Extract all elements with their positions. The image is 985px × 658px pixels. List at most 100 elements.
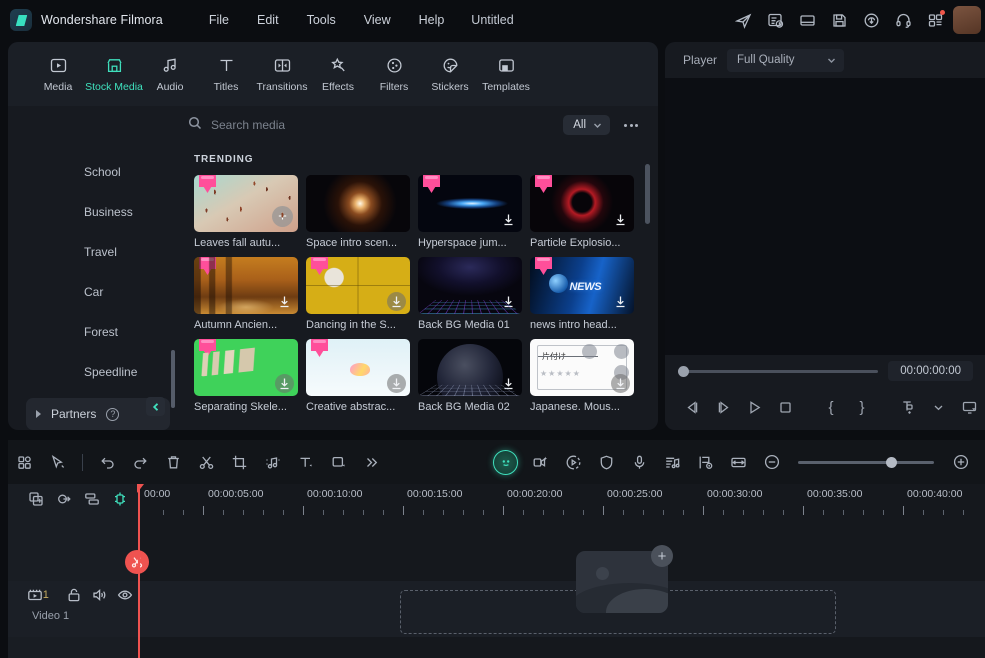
tab-filters[interactable]: Filters: [366, 52, 422, 97]
mark-in-icon[interactable]: {: [816, 392, 847, 422]
tab-transitions[interactable]: Transitions: [254, 52, 310, 97]
help-icon[interactable]: ?: [106, 407, 120, 421]
media-card[interactable]: Creative abstrac...: [306, 339, 410, 413]
share-icon[interactable]: [727, 4, 759, 36]
sidebar-item-travel[interactable]: Travel: [18, 232, 170, 272]
mute-icon[interactable]: [87, 582, 113, 608]
add-to-timeline-icon[interactable]: +: [272, 206, 293, 227]
more-chevrons-icon[interactable]: [355, 447, 388, 477]
media-card[interactable]: Autumn Ancien...: [194, 257, 298, 331]
audio-detach-icon[interactable]: [256, 447, 289, 477]
audio-mixer-icon[interactable]: [656, 447, 689, 477]
media-scrollbar[interactable]: [645, 164, 650, 224]
media-card[interactable]: Hyperspace jum...: [418, 175, 522, 249]
sidebar-item-car[interactable]: Car: [18, 272, 170, 312]
media-thumbnail[interactable]: +: [194, 175, 298, 232]
display-icon[interactable]: [954, 392, 985, 422]
media-thumbnail[interactable]: [418, 339, 522, 396]
playhead[interactable]: [138, 484, 140, 658]
add-track-icon[interactable]: [22, 486, 50, 512]
media-thumbnail[interactable]: [194, 339, 298, 396]
sidebar-scrollbar[interactable]: [171, 350, 175, 408]
media-thumbnail[interactable]: [306, 175, 410, 232]
tab-stock-media[interactable]: Stock Media: [85, 52, 143, 97]
download-icon[interactable]: [613, 376, 628, 391]
zoom-out-icon[interactable]: [755, 447, 788, 477]
crop-icon[interactable]: [223, 447, 256, 477]
sidebar-item-speedline[interactable]: Speedline: [18, 352, 170, 392]
tab-audio[interactable]: Audio: [142, 52, 198, 97]
marker-icon[interactable]: [689, 447, 722, 477]
split-marker-badge[interactable]: [125, 550, 149, 574]
menu-view[interactable]: View: [350, 8, 405, 32]
media-card[interactable]: Separating Skele...: [194, 339, 298, 413]
seek-slider[interactable]: [678, 365, 879, 377]
tab-media[interactable]: Media: [30, 52, 86, 97]
user-avatar[interactable]: [953, 6, 981, 34]
next-frame-icon[interactable]: [708, 392, 739, 422]
seek-handle[interactable]: [678, 365, 689, 377]
sidebar-item-school[interactable]: School: [18, 152, 170, 192]
dropzone-add-icon[interactable]: +: [651, 545, 673, 567]
link-clip-icon[interactable]: [50, 486, 78, 512]
download-icon[interactable]: [613, 212, 628, 227]
media-thumbnail[interactable]: [530, 175, 634, 232]
search-field-wrap[interactable]: [188, 111, 564, 139]
media-thumbnail[interactable]: [194, 257, 298, 314]
media-card[interactable]: news intro head...: [530, 257, 634, 331]
stop-icon[interactable]: [770, 392, 801, 422]
media-thumbnail[interactable]: 片付け ★★★★★: [530, 339, 634, 396]
eye-icon[interactable]: [112, 582, 138, 608]
zoom-in-icon[interactable]: [944, 447, 977, 477]
sidebar-item-forest[interactable]: Forest: [18, 312, 170, 352]
tab-titles[interactable]: Titles: [198, 52, 254, 97]
ai-smart-icon[interactable]: [493, 449, 518, 475]
ai-video-icon[interactable]: [524, 447, 557, 477]
timeline-tracks-area[interactable]: +: [138, 518, 985, 658]
snap-magnet-icon[interactable]: [106, 486, 134, 512]
download-icon[interactable]: [501, 294, 516, 309]
apps-grid-icon[interactable]: [8, 447, 41, 477]
menu-tools[interactable]: Tools: [293, 8, 350, 32]
dashboard-grid-icon[interactable]: [919, 4, 951, 36]
select-tool-icon[interactable]: [41, 447, 74, 477]
download-icon[interactable]: [277, 294, 292, 309]
search-input[interactable]: [211, 118, 564, 132]
collapse-sidebar-button[interactable]: [146, 397, 165, 416]
quality-select[interactable]: Full Quality: [727, 48, 845, 72]
redo-icon[interactable]: [124, 447, 157, 477]
media-card[interactable]: 片付け ★★★★★ Japanese. Mous...: [530, 339, 634, 413]
tab-effects[interactable]: Effects: [310, 52, 366, 97]
record-icon[interactable]: [557, 447, 590, 477]
menu-edit[interactable]: Edit: [243, 8, 293, 32]
download-icon[interactable]: [389, 376, 404, 391]
snapshot-icon[interactable]: [892, 392, 923, 422]
preview-stage[interactable]: [665, 78, 985, 355]
split-icon[interactable]: [190, 447, 223, 477]
layout-icon[interactable]: [791, 4, 823, 36]
media-card[interactable]: Particle Explosio...: [530, 175, 634, 249]
fit-timeline-icon[interactable]: [722, 447, 755, 477]
media-thumbnail[interactable]: [530, 257, 634, 314]
track-manager-icon[interactable]: [78, 486, 106, 512]
save-icon[interactable]: [823, 4, 855, 36]
shield-icon[interactable]: [590, 447, 623, 477]
text-tool-icon[interactable]: [289, 447, 322, 477]
download-icon[interactable]: [389, 212, 404, 227]
media-thumbnail[interactable]: [306, 339, 410, 396]
microphone-icon[interactable]: [623, 447, 656, 477]
menu-help[interactable]: Help: [405, 8, 459, 32]
media-thumbnail[interactable]: [418, 257, 522, 314]
download-icon[interactable]: [613, 294, 628, 309]
cloud-upload-icon[interactable]: [855, 4, 887, 36]
media-card[interactable]: Back BG Media 01: [418, 257, 522, 331]
lock-icon[interactable]: [61, 582, 87, 608]
task-list-icon[interactable]: [759, 4, 791, 36]
shape-tool-icon[interactable]: [322, 447, 355, 477]
media-thumbnail[interactable]: [418, 175, 522, 232]
snapshot-dropdown-chevron-down-icon[interactable]: [923, 392, 954, 422]
download-icon[interactable]: [277, 376, 292, 391]
menu-file[interactable]: File: [195, 8, 243, 32]
media-type-filter[interactable]: All: [563, 115, 610, 135]
more-options-icon[interactable]: [618, 113, 644, 137]
